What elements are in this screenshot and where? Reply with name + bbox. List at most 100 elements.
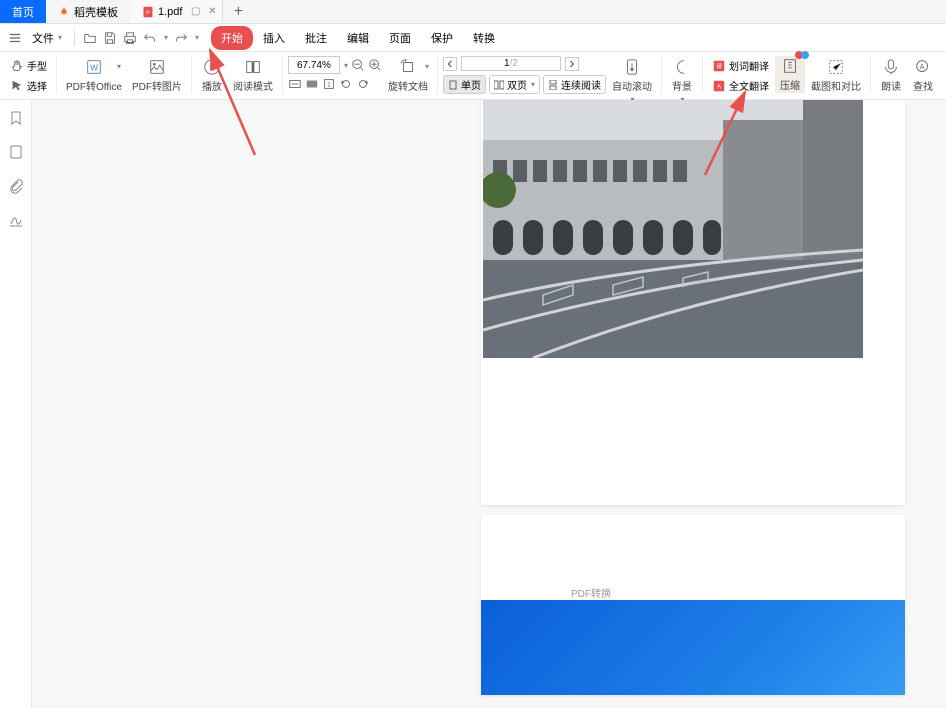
svg-text:P: P — [146, 10, 150, 16]
moon-icon — [673, 58, 691, 76]
background-button[interactable]: 背景 ▾ — [667, 56, 697, 106]
auto-scroll-button[interactable]: 自动滚动 ▾ — [608, 56, 656, 106]
play-icon — [203, 58, 221, 76]
file-menu[interactable]: 文件 ▾ — [28, 28, 66, 48]
double-page-button[interactable]: 双页 ▾ — [489, 75, 540, 94]
pdf-to-image-button[interactable]: PDF转图片 — [128, 56, 186, 95]
compress-button[interactable]: 压缩 — [775, 56, 805, 93]
rotate-doc-label: 旋转文档 — [388, 78, 428, 93]
find-button[interactable]: A 查找 — [908, 56, 938, 95]
bookmark-icon[interactable] — [8, 110, 24, 126]
redo-icon[interactable] — [174, 31, 188, 45]
menu-convert[interactable]: 转换 — [463, 26, 505, 50]
chevron-down-icon: ▾ — [117, 62, 121, 71]
separator — [56, 56, 57, 94]
tab-home[interactable]: 首页 — [0, 0, 46, 23]
chevron-down-icon: ▾ — [531, 80, 535, 89]
menu-start[interactable]: 开始 — [211, 26, 253, 50]
menu-insert[interactable]: 插入 — [253, 26, 295, 50]
page1-image — [483, 100, 863, 358]
save-icon[interactable] — [103, 31, 117, 45]
fit-page-icon[interactable] — [305, 77, 319, 91]
read-mode-button[interactable]: 阅读模式 — [229, 56, 277, 95]
separator — [437, 56, 438, 94]
zoom-in-icon[interactable] — [368, 58, 382, 72]
screenshot-icon — [827, 58, 845, 76]
chevron-down-icon[interactable]: ▾ — [344, 61, 348, 70]
separator — [282, 56, 283, 94]
thumbnail-icon[interactable] — [8, 144, 24, 160]
rotate-right-icon[interactable] — [356, 77, 370, 91]
hand-icon — [10, 59, 24, 73]
pdf-to-office-label: PDF转Office — [66, 78, 122, 93]
menu-protect[interactable]: 保护 — [421, 26, 463, 50]
tab-file-label: 1.pdf — [158, 6, 182, 18]
chevron-down-icon: ▾ — [58, 33, 62, 42]
play-button[interactable]: 播放 — [197, 56, 227, 95]
select-tool[interactable]: 选择 — [6, 76, 51, 95]
hand-select-group: 手型 选择 — [6, 56, 51, 95]
tab-file[interactable]: P 1.pdf ▢ ✕ — [130, 0, 223, 23]
separator — [870, 56, 871, 94]
next-page-icon[interactable]: › — [565, 57, 579, 71]
translate-icon: 译 — [712, 59, 726, 73]
continuous-icon — [548, 80, 558, 90]
document-viewport[interactable]: PDF转换 — [32, 100, 946, 708]
word-icon: W — [85, 58, 103, 76]
hand-label: 手型 — [27, 58, 47, 73]
undo-icon[interactable] — [143, 31, 157, 45]
cursor-icon — [10, 79, 24, 93]
pdf-to-office-button[interactable]: W PDF转Office ▾ — [62, 56, 126, 95]
zoom-out-icon[interactable] — [351, 58, 365, 72]
pdf-page-2: PDF转换 — [481, 515, 905, 695]
hand-tool[interactable]: 手型 — [6, 56, 51, 75]
compress-label: 压缩 — [780, 77, 800, 92]
page-nav-group: ‹ 1/2 › 单页 双页 ▾ 连续阅读 — [443, 56, 606, 94]
menu-icon[interactable] — [8, 31, 22, 45]
chevron-down-icon[interactable]: ▾ — [195, 33, 199, 42]
badge-icon — [795, 50, 809, 60]
full-translate-button[interactable]: A 全文翻译 — [708, 76, 773, 95]
translate-all-icon: A — [712, 79, 726, 93]
play-label: 播放 — [202, 78, 222, 93]
page2-text: PDF转换 — [571, 585, 611, 600]
rotate-doc-button[interactable]: 旋转文档 ▾ — [384, 56, 432, 95]
chevron-down-icon[interactable]: ▾ — [164, 33, 168, 42]
single-page-button[interactable]: 单页 — [443, 75, 486, 94]
fit-width-icon[interactable] — [288, 77, 302, 91]
file-menu-label: 文件 — [32, 30, 54, 46]
rotate-icon — [399, 58, 417, 76]
find-label: 查找 — [913, 78, 933, 93]
svg-text:1: 1 — [327, 82, 331, 89]
word-translate-button[interactable]: 译 划词翻译 — [708, 56, 773, 75]
tab-home-label: 首页 — [12, 4, 34, 20]
menu-edit[interactable]: 编辑 — [337, 26, 379, 50]
tab-template[interactable]: 稻壳模板 — [46, 0, 130, 23]
tab-close-icon[interactable]: ✕ — [208, 6, 216, 17]
folder-open-icon[interactable] — [83, 31, 97, 45]
left-sidebar — [0, 100, 32, 708]
continuous-button[interactable]: 连续阅读 — [543, 75, 606, 94]
menubar-left: 文件 ▾ ▾ ▾ — [8, 28, 199, 48]
single-page-icon — [448, 80, 458, 90]
menu-page[interactable]: 页面 — [379, 26, 421, 50]
page-input[interactable]: 1/2 — [461, 56, 561, 71]
page2-blue-area — [481, 600, 905, 695]
microphone-icon — [882, 58, 900, 76]
rotate-left-icon[interactable] — [339, 77, 353, 91]
tab-add-button[interactable]: + — [223, 0, 253, 23]
attachment-icon[interactable] — [8, 178, 24, 194]
print-icon[interactable] — [123, 31, 137, 45]
tab-minimize-icon[interactable]: ▢ — [191, 6, 200, 17]
background-label: 背景 — [672, 78, 692, 93]
tab-bar: 首页 稻壳模板 P 1.pdf ▢ ✕ + — [0, 0, 946, 24]
translate-group: 译 划词翻译 A 全文翻译 — [708, 56, 773, 95]
signature-icon[interactable] — [8, 212, 24, 228]
read-aloud-button[interactable]: 朗读 — [876, 56, 906, 95]
prev-page-icon[interactable]: ‹ — [443, 57, 457, 71]
actual-size-icon[interactable]: 1 — [322, 77, 336, 91]
tab-template-label: 稻壳模板 — [74, 4, 118, 20]
screenshot-compare-button[interactable]: 截图和对比 — [807, 56, 865, 95]
zoom-input[interactable] — [288, 56, 340, 74]
menu-annotate[interactable]: 批注 — [295, 26, 337, 50]
